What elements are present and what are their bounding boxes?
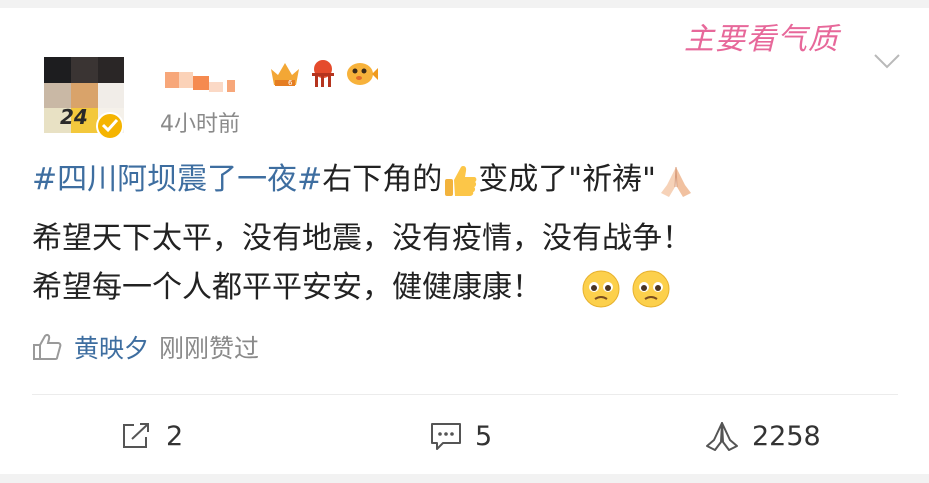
crown-medal-icon: 6 xyxy=(271,63,299,87)
avatar-number: 24 xyxy=(60,105,88,129)
like-button[interactable]: 2258 xyxy=(704,418,821,454)
liker-name-link[interactable]: 黄映夕 xyxy=(74,329,149,365)
liked-time-text: 刚刚赞过 xyxy=(159,334,260,363)
post-text-line-3: 希望每一个人都平平安安，健健康康！ xyxy=(32,268,671,309)
divider xyxy=(32,394,898,395)
pray-emoji-icon xyxy=(660,166,691,197)
post-text-segment: 右下角的 xyxy=(322,162,443,197)
pufferfish-medal-icon xyxy=(347,63,378,85)
comment-icon xyxy=(431,423,461,450)
post-text-segment: 变成了"祈祷" xyxy=(478,162,656,197)
verified-badge-icon xyxy=(96,112,124,140)
repost-button[interactable]: 2 xyxy=(120,418,183,454)
liked-by-row: 黄映夕 刚刚赞过 xyxy=(32,330,259,364)
bottom-separator xyxy=(0,474,929,483)
pleading-face-emoji-icon xyxy=(582,270,620,307)
post-text-segment: 希望每一个人都平平安安，健健康康！ xyxy=(32,270,542,305)
chevron-down-icon[interactable] xyxy=(873,52,901,70)
like-hands-icon xyxy=(706,422,738,451)
like-count: 2258 xyxy=(752,420,821,452)
top-separator xyxy=(0,0,929,8)
comment-count: 5 xyxy=(475,420,493,452)
gate-medal-icon xyxy=(312,60,334,87)
user-medals[interactable]: 6 xyxy=(268,58,378,90)
svg-text:6: 6 xyxy=(288,79,293,87)
post-text-line-1: #四川阿坝震了一夜#右下角的 变成了"祈祷" xyxy=(32,160,696,200)
thumbs-up-emoji-icon xyxy=(445,165,477,196)
pleading-face-emoji-icon xyxy=(632,270,670,307)
username-redacted[interactable] xyxy=(165,68,260,96)
comment-button[interactable]: 5 xyxy=(429,418,492,454)
repost-count: 2 xyxy=(166,420,184,452)
post-time: 4小时前 xyxy=(160,112,240,137)
thumbs-up-outline-icon xyxy=(33,334,62,360)
share-icon xyxy=(123,423,149,448)
hashtag-link[interactable]: #四川阿坝震了一夜# xyxy=(32,162,322,197)
watermark-text: 主要看气质 xyxy=(684,22,839,57)
post-text-line-2: 希望天下太平，没有地震，没有疫情，没有战争！ xyxy=(32,221,692,256)
